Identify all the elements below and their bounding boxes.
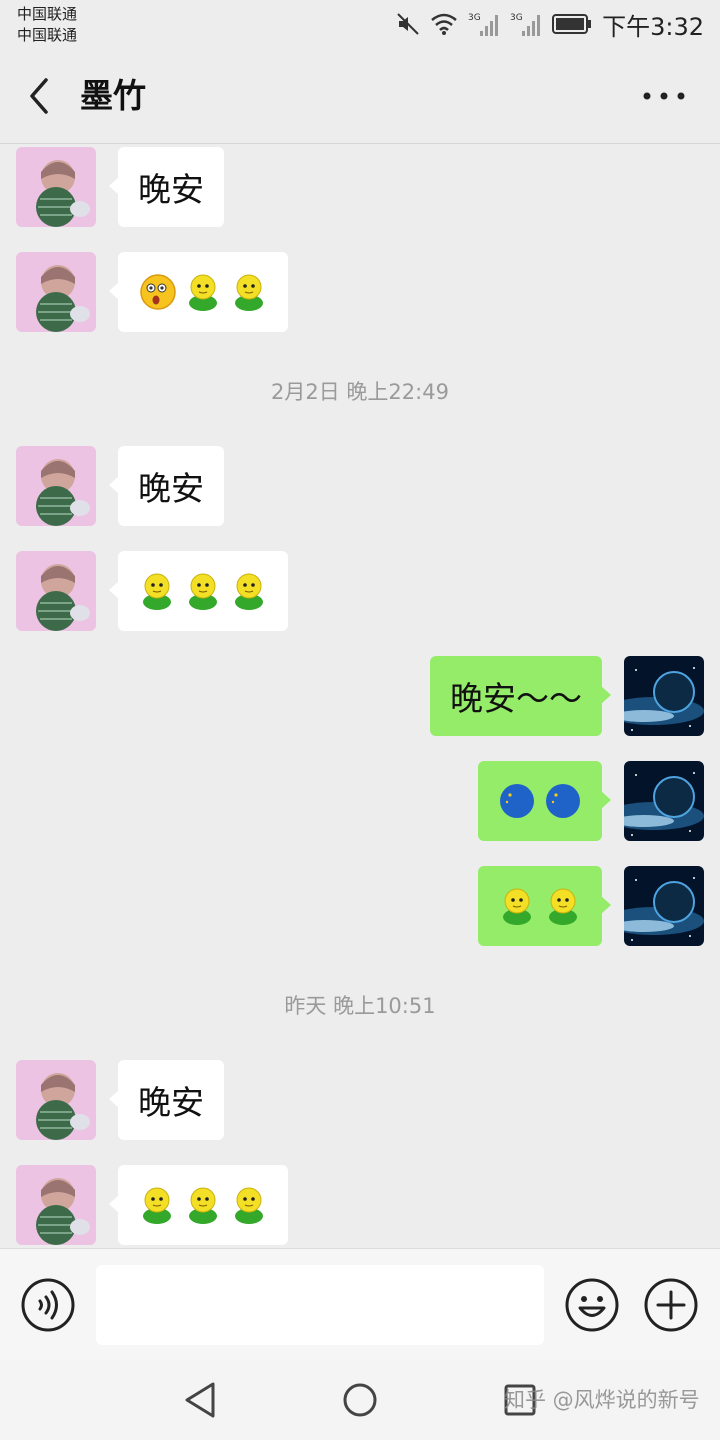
contact-avatar-image: [16, 1060, 96, 1140]
timestamp: 昨天 晚上10:51: [284, 994, 436, 1018]
moon-emoji-icon: [500, 784, 534, 818]
message-row: [0, 1165, 720, 1247]
green-man-emoji-icon: [235, 1187, 263, 1224]
timestamp: 2月2日 晚上22:49: [271, 380, 449, 404]
green-man-emoji-icon: [189, 573, 217, 610]
emoji-group: [498, 781, 582, 821]
contact-avatar[interactable]: [16, 551, 96, 631]
contact-avatar[interactable]: [16, 252, 96, 332]
signal-2-icon: 3G: [510, 13, 541, 36]
message-row: [0, 866, 720, 948]
watermark: 知乎 @风烨说的新号: [504, 1388, 700, 1412]
system-nav-bar: 知乎 @风烨说的新号: [0, 1360, 720, 1440]
message-row: 晚安: [0, 147, 720, 229]
message-text: 晚安～～: [450, 679, 582, 718]
voice-icon[interactable]: [20, 1277, 76, 1333]
green-man-emoji-icon: [189, 1187, 217, 1224]
status-bar: 中国联通 中国联通 3G 3G 下午3:32: [0, 0, 720, 48]
status-icons: 3G 3G 下午3:32: [396, 8, 704, 41]
chat-title: 墨竹: [80, 76, 146, 115]
contact-avatar-image: [16, 147, 96, 227]
emoji-group: [138, 272, 268, 312]
battery-icon: [552, 14, 592, 34]
contact-avatar[interactable]: [16, 446, 96, 526]
green-man-emoji-icon: [189, 274, 217, 311]
green-man-emoji-icon: [235, 573, 263, 610]
message-text: 晚安: [138, 469, 204, 508]
moon-emoji-icon: [546, 784, 580, 818]
message-row: [0, 252, 720, 334]
my-avatar[interactable]: [624, 761, 704, 841]
more-dots-icon[interactable]: [642, 88, 686, 104]
green-man-emoji-icon: [549, 888, 577, 925]
my-avatar-image: [624, 761, 704, 841]
chat-header: 墨竹: [0, 48, 720, 144]
input-bar: [0, 1248, 720, 1360]
contact-avatar-image: [16, 1165, 96, 1245]
my-avatar[interactable]: [624, 656, 704, 736]
message-bubble[interactable]: 晚安～～: [430, 656, 611, 736]
message-bubble[interactable]: [109, 551, 288, 631]
green-man-emoji-icon: [235, 274, 263, 311]
green-man-emoji-icon: [143, 1187, 171, 1224]
message-bubble[interactable]: [478, 866, 611, 946]
nav-back-icon[interactable]: [183, 1380, 217, 1420]
emoji-group: [138, 571, 268, 611]
message-bubble[interactable]: 晚安: [109, 1060, 224, 1140]
network-2-label: 3G: [510, 13, 523, 23]
message-text: 晚安: [138, 170, 204, 209]
surprised-emoji-icon: [140, 274, 176, 310]
carrier-2: 中国联通: [17, 26, 78, 44]
message-row: [0, 761, 720, 843]
contact-avatar-image: [16, 252, 96, 332]
message-row: 晚安: [0, 446, 720, 528]
carrier-1: 中国联通: [17, 5, 78, 23]
green-man-emoji-icon: [503, 888, 531, 925]
emoji-group: [498, 886, 582, 926]
my-avatar-image: [624, 866, 704, 946]
emoji-group: [138, 1185, 268, 1225]
message-bubble[interactable]: 晚安: [109, 446, 224, 526]
message-row: [0, 551, 720, 633]
plus-icon[interactable]: [643, 1277, 699, 1333]
my-avatar-image: [624, 656, 704, 736]
contact-avatar[interactable]: [16, 147, 96, 227]
contact-avatar-image: [16, 551, 96, 631]
contact-avatar-image: [16, 446, 96, 526]
carrier-info: 中国联通 中国联通: [17, 4, 77, 46]
network-1-label: 3G: [468, 13, 481, 23]
signal-1-icon: 3G: [468, 13, 499, 36]
nav-home-icon[interactable]: [342, 1382, 378, 1418]
wifi-icon: [431, 13, 457, 35]
my-avatar[interactable]: [624, 866, 704, 946]
chevron-left-icon[interactable]: [22, 74, 58, 118]
message-row: 晚安～～: [0, 656, 720, 738]
message-bubble[interactable]: 晚安: [109, 147, 224, 227]
green-man-emoji-icon: [143, 573, 171, 610]
contact-avatar[interactable]: [16, 1165, 96, 1245]
message-bubble[interactable]: [109, 252, 288, 332]
mute-icon: [397, 13, 419, 35]
message-bubble[interactable]: [478, 761, 611, 841]
contact-avatar[interactable]: [16, 1060, 96, 1140]
message-list[interactable]: 晚安 2月2日 晚上22:49 晚安 晚安～～ 昨天 晚上10:51 晚安: [0, 145, 720, 1248]
message-input[interactable]: [96, 1265, 544, 1345]
smiley-icon[interactable]: [564, 1277, 620, 1333]
message-bubble[interactable]: [109, 1165, 288, 1245]
message-row: 晚安: [0, 1060, 720, 1142]
message-text: 晚安: [138, 1083, 204, 1122]
clock: 下午3:32: [602, 12, 704, 41]
